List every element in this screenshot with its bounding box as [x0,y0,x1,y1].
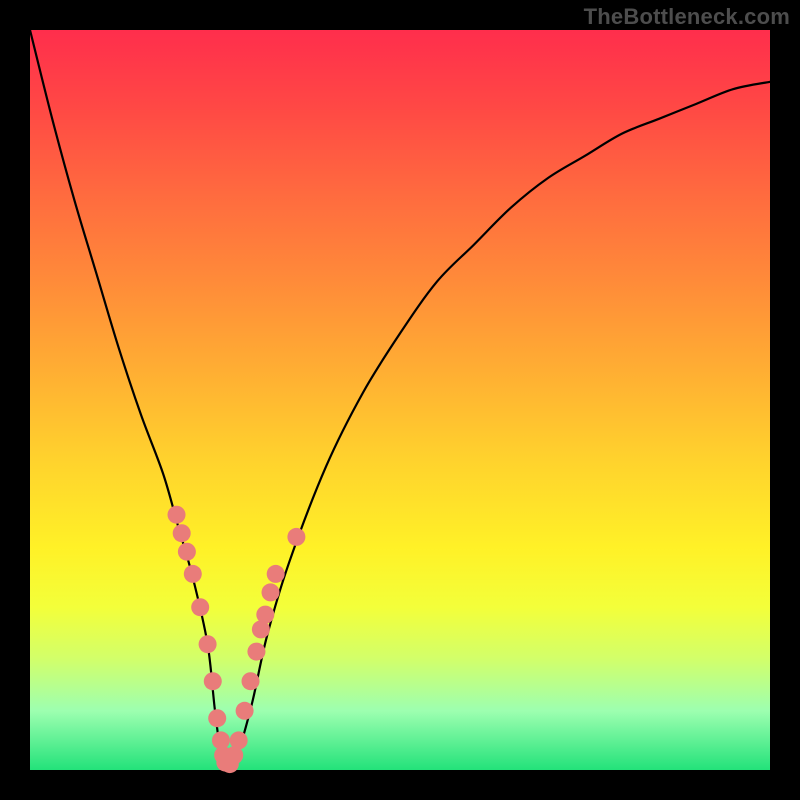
highlight-marker [168,506,186,524]
highlight-marker [173,524,191,542]
highlight-marker [199,635,217,653]
highlight-marker [236,702,254,720]
highlight-markers [168,506,306,773]
highlight-marker [230,731,248,749]
highlight-marker [287,528,305,546]
bottleneck-curve-path [30,30,770,768]
highlight-marker [256,606,274,624]
chart-frame: TheBottleneck.com [0,0,800,800]
highlight-marker [178,543,196,561]
highlight-marker [204,672,222,690]
chart-svg [30,30,770,770]
highlight-marker [242,672,260,690]
highlight-marker [262,583,280,601]
highlight-marker [267,565,285,583]
highlight-marker [191,598,209,616]
plot-area [30,30,770,770]
watermark-text: TheBottleneck.com [584,4,790,30]
highlight-marker [247,643,265,661]
highlight-marker [208,709,226,727]
highlight-marker [184,565,202,583]
